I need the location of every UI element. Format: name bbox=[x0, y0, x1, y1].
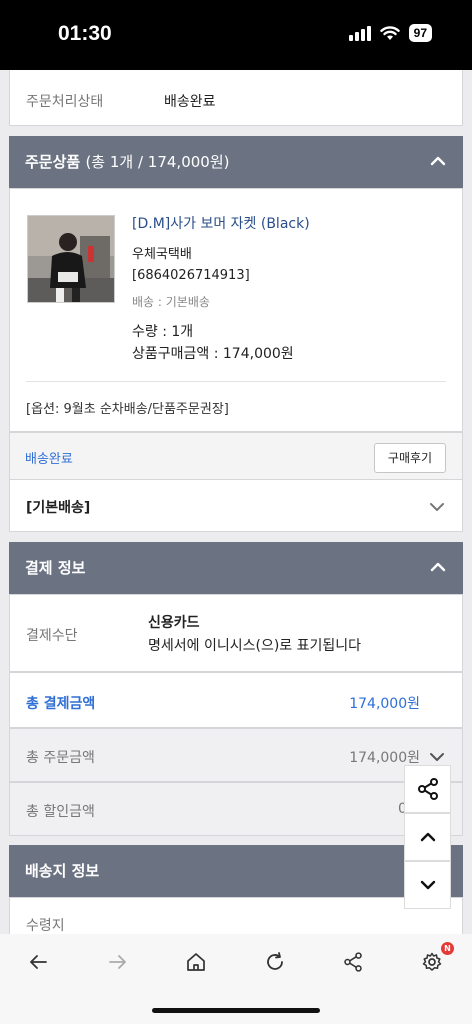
payment-method-note: 명세서에 이니시스(으)로 표기됩니다 bbox=[148, 638, 362, 654]
chevron-down-icon[interactable] bbox=[428, 498, 446, 516]
product-price: 상품구매금액 : 174,000원 bbox=[132, 346, 294, 362]
shipping-section-title: 배송지 정보 bbox=[25, 862, 100, 880]
order-detail-content[interactable]: 주문처리상태 배송완료 주문상품 (총 1개 / 174,000원) [D.M]… bbox=[0, 70, 472, 934]
carrier-name: 우체국택배 bbox=[132, 247, 192, 262]
recipient-label: 수령지 bbox=[26, 918, 65, 934]
payment-method-row: 결제수단 신용카드 명세서에 이니시스(으)로 표기됩니다 bbox=[9, 594, 463, 672]
total-order-value: 174,000원 bbox=[349, 750, 420, 766]
arrow-right-icon bbox=[109, 955, 126, 969]
payment-section-header[interactable]: 결제 정보 bbox=[9, 542, 463, 594]
home-button[interactable] bbox=[178, 946, 214, 978]
chevron-down-icon bbox=[420, 880, 435, 890]
share-button[interactable] bbox=[404, 765, 451, 813]
order-status-value: 배송완료 bbox=[164, 94, 216, 110]
reload-button[interactable] bbox=[257, 946, 293, 978]
scroll-top-button[interactable] bbox=[404, 813, 451, 861]
products-section-title: 주문상품 bbox=[25, 153, 81, 171]
payment-method-value: 신용카드 bbox=[148, 615, 200, 631]
status-bar: 01:30 97 bbox=[0, 0, 472, 70]
total-discount-row: 총 할인금액 0 bbox=[9, 782, 463, 836]
total-discount-label: 총 할인금액 bbox=[26, 804, 95, 820]
product-name-link[interactable]: [D.M]사가 보머 자켓 (Black) bbox=[132, 213, 310, 233]
quantity: 수량 : 1개 bbox=[132, 324, 194, 340]
total-payment-row: 총 결제금액 174,000원 bbox=[9, 672, 463, 728]
reload-icon bbox=[267, 952, 283, 970]
gear-icon bbox=[422, 952, 442, 971]
battery-indicator: 97 bbox=[408, 24, 432, 42]
scroll-bottom-button[interactable] bbox=[404, 861, 451, 909]
share-icon bbox=[417, 778, 438, 800]
basic-shipping-row[interactable]: [기본배송] bbox=[9, 479, 463, 532]
chevron-up-icon bbox=[420, 832, 435, 842]
chevron-up-icon[interactable] bbox=[429, 152, 447, 170]
products-summary: (총 1개 / 174,000원) bbox=[85, 153, 230, 171]
home-indicator bbox=[152, 1008, 320, 1013]
product-card: [D.M]사가 보머 자켓 (Black) 우체국택배 [68640267149… bbox=[9, 188, 463, 432]
tracking-number[interactable]: [6864026714913] bbox=[132, 268, 250, 283]
divider bbox=[26, 381, 446, 382]
clock: 01:30 bbox=[58, 22, 112, 45]
settings-button[interactable]: N bbox=[414, 942, 454, 978]
shipping-section-header[interactable]: 배송지 정보 bbox=[9, 845, 463, 897]
product-image[interactable] bbox=[27, 215, 115, 303]
total-payment-value: 174,000원 bbox=[349, 696, 420, 712]
total-order-label: 총 주문금액 bbox=[26, 750, 95, 766]
signal-icon bbox=[348, 25, 371, 41]
chevron-up-icon[interactable] bbox=[429, 558, 447, 576]
share-icon bbox=[344, 952, 362, 972]
delivery-status-row: 배송완료 구매후기 bbox=[9, 432, 463, 480]
forward-button[interactable] bbox=[100, 946, 136, 978]
wifi-icon bbox=[379, 26, 400, 40]
delivery-status: 배송완료 bbox=[25, 452, 73, 467]
shipping-type: 배송 : 기본배송 bbox=[132, 295, 210, 309]
order-status-row: 주문처리상태 배송완료 bbox=[9, 70, 463, 126]
payment-method-label: 결제수단 bbox=[26, 628, 78, 644]
share-page-button[interactable] bbox=[335, 946, 371, 978]
payment-section-title: 결제 정보 bbox=[25, 559, 86, 577]
arrow-left-icon bbox=[30, 955, 47, 969]
basic-shipping-label: [기본배송] bbox=[26, 500, 91, 516]
chevron-down-icon[interactable] bbox=[428, 748, 446, 766]
recipient-row: 수령지 bbox=[9, 897, 463, 934]
notification-badge: N bbox=[441, 942, 454, 955]
back-button[interactable] bbox=[20, 946, 56, 978]
total-payment-label: 총 결제금액 bbox=[26, 696, 96, 712]
home-icon bbox=[187, 953, 205, 971]
products-section-header[interactable]: 주문상품 (총 1개 / 174,000원) bbox=[9, 136, 463, 188]
product-option: [옵션: 9월초 순차배송/단품주문권장] bbox=[26, 402, 229, 417]
total-order-row[interactable]: 총 주문금액 174,000원 bbox=[9, 728, 463, 782]
order-status-label: 주문처리상태 bbox=[26, 94, 104, 110]
review-button[interactable]: 구매후기 bbox=[374, 443, 446, 473]
